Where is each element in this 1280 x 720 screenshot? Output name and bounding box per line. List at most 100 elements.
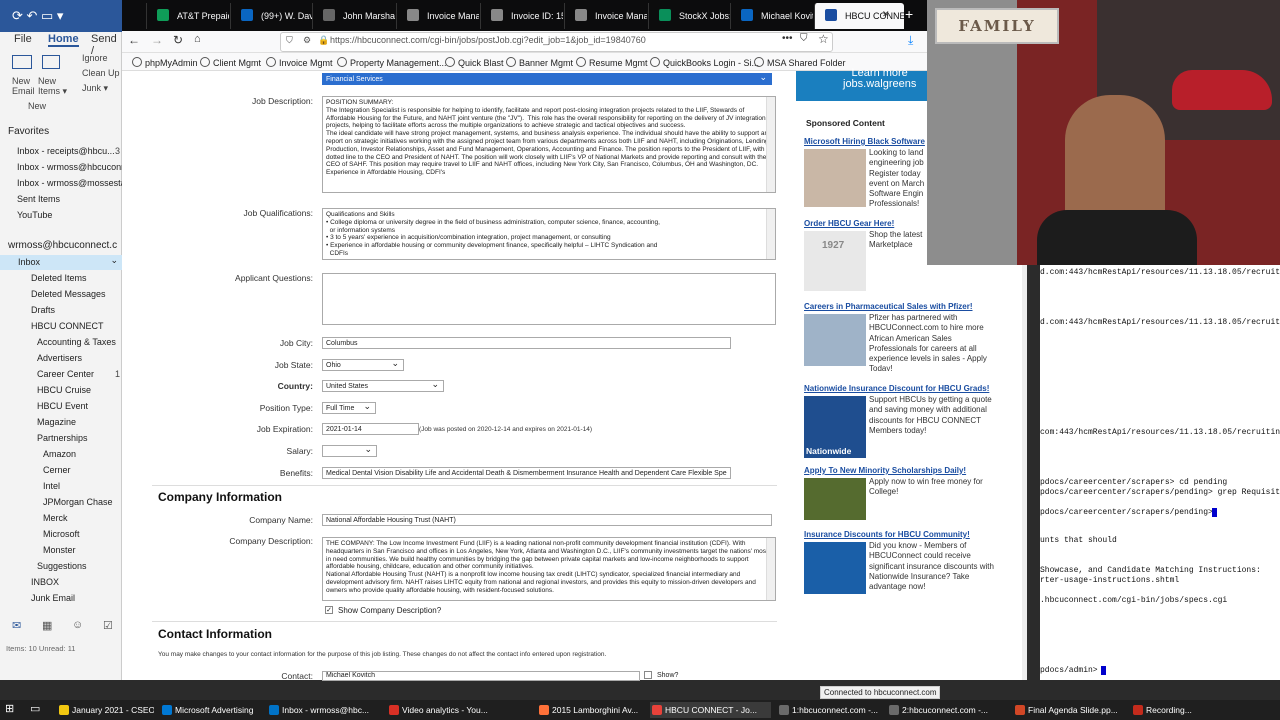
lock-icon[interactable]: 🔒 <box>318 35 329 46</box>
terminal-window[interactable] <box>1040 265 1280 680</box>
tab-file[interactable]: File <box>14 33 32 45</box>
taskbar-item[interactable]: Microsoft Advertising <box>160 702 261 718</box>
bookmark-item[interactable]: Property Management... <box>337 57 447 68</box>
folder-deleted-items[interactable]: Deleted Items <box>0 271 122 286</box>
folder-inbox[interactable]: Inbox <box>0 255 122 270</box>
scrollbar[interactable] <box>766 538 775 600</box>
company-description-textarea[interactable]: THE COMPANY: The Low Income Investment F… <box>322 537 776 601</box>
taskbar-item[interactable]: January 2021 - CSEO ... <box>57 702 154 718</box>
bookmark-item[interactable]: Invoice Mgmt <box>266 57 333 68</box>
bookmark-item[interactable]: QuickBooks Login - Si... <box>650 57 759 68</box>
show-company-desc-checkbox[interactable]: ✓ <box>325 606 333 614</box>
bookmark-star-icon[interactable]: ☆ <box>818 32 829 46</box>
reload-button[interactable]: ↻ <box>173 33 183 47</box>
ad-title-link[interactable]: Nationwide Insurance Discount for HBCU G… <box>804 384 989 393</box>
folder-drafts[interactable]: Drafts <box>0 303 122 318</box>
page-actions-icon[interactable]: ••• <box>782 33 793 44</box>
job-description-textarea[interactable]: POSITION SUMMARY: The Integration Specia… <box>322 96 776 193</box>
ad-image[interactable] <box>804 314 866 366</box>
job-category-select[interactable]: Financial Services <box>322 73 772 85</box>
browser-tab[interactable]: Invoice Manager - <box>564 3 647 29</box>
favorite-item[interactable]: Inbox - wrmoss@hbcuconn... <box>0 160 122 175</box>
ignore-button[interactable]: Ignore <box>82 53 108 63</box>
folder-amazon[interactable]: Amazon <box>0 447 122 462</box>
taskbar-item[interactable]: 1:hbcuconnect.com -... <box>777 702 881 718</box>
job-expiration-input[interactable]: 2021-01-14 <box>322 423 419 435</box>
bookmark-item[interactable]: Resume Mgmt <box>576 57 648 68</box>
bookmark-item[interactable]: phpMyAdmin <box>132 57 198 68</box>
quick-access-toolbar[interactable]: ⟳ ↶ ▭ ▾ <box>12 8 63 24</box>
show-contact-checkbox[interactable] <box>644 671 652 679</box>
home-button[interactable]: ⌂ <box>194 33 201 45</box>
site-info-icon[interactable]: ⚙ <box>303 35 311 46</box>
folder-junk-email[interactable]: Junk Email <box>0 591 122 606</box>
taskbar-item[interactable]: Inbox - wrmoss@hbc... <box>267 702 381 718</box>
job-qualifications-textarea[interactable]: Qualifications and Skills • College dipl… <box>322 208 776 260</box>
favorite-item[interactable]: YouTube <box>0 208 122 223</box>
contact-input[interactable]: Michael Kovitch <box>322 671 640 681</box>
folder-cerner[interactable]: Cerner <box>0 463 122 478</box>
tasks-nav-icon[interactable]: ☑ <box>103 619 113 632</box>
salary-select[interactable] <box>322 445 377 457</box>
scrollbar[interactable] <box>766 97 775 192</box>
bookmark-item[interactable]: Banner Mgmt <box>506 57 573 68</box>
browser-tab[interactable]: John Marshall (S3 <box>312 3 395 29</box>
junk-button[interactable]: Junk ▾ <box>82 83 108 94</box>
taskbar-item[interactable]: 2:hbcuconnect.com -... <box>887 702 1007 718</box>
forward-button[interactable]: → <box>151 33 163 47</box>
folder-merck[interactable]: Merck <box>0 511 122 526</box>
browser-tab[interactable]: Michael Kovitch (Li <box>730 3 813 29</box>
shield-icon[interactable]: ⛉ <box>286 35 293 46</box>
url-text[interactable]: https://hbcuconnect.com/cgi-bin/jobs/pos… <box>330 35 646 45</box>
folder-hbcu-cruise[interactable]: HBCU Cruise <box>0 383 122 398</box>
bookmark-item[interactable]: MSA Shared Folder <box>754 57 846 68</box>
folder-accounting-taxes[interactable]: Accounting & Taxes <box>0 335 122 350</box>
browser-tab[interactable]: (99+) W. David <box>230 3 313 29</box>
ad-image[interactable] <box>804 478 866 520</box>
ad-image[interactable] <box>804 149 866 207</box>
country-select[interactable]: United States <box>322 380 444 392</box>
ad-title-link[interactable]: Order HBCU Gear Here! <box>804 219 894 228</box>
back-button[interactable]: ← <box>128 33 140 47</box>
tab-home[interactable]: Home <box>48 33 79 47</box>
favorite-item[interactable]: Sent Items <box>0 192 122 207</box>
position-type-select[interactable]: Full Time <box>322 402 376 414</box>
ad-title-link[interactable]: Insurance Discounts for HBCU Community! <box>804 530 970 539</box>
folder-hbcu-event[interactable]: HBCU Event <box>0 399 122 414</box>
folder-advertisers[interactable]: Advertisers <box>0 351 122 366</box>
company-name-input[interactable]: National Affordable Housing Trust (NAHT) <box>322 514 772 526</box>
folder-hbcu-connect[interactable]: HBCU CONNECT <box>0 319 122 334</box>
browser-tab[interactable]: StockX Jobs: Vi <box>648 3 731 29</box>
folder-suggestions[interactable]: Suggestions <box>0 559 122 574</box>
pocket-icon[interactable]: ⛉ <box>800 33 808 44</box>
account-header[interactable]: wrmoss@hbcuconnect.c <box>8 240 122 251</box>
taskbar-item[interactable]: Final Agenda Slide.pp... <box>1013 702 1125 718</box>
ad-title-link[interactable]: Apply To New Minority Scholarships Daily… <box>804 466 966 475</box>
folder-deleted-messages[interactable]: Deleted Messages <box>0 287 122 302</box>
favorite-item[interactable]: Inbox - receipts@hbcu... <box>0 144 122 159</box>
folder-intel[interactable]: Intel <box>0 479 122 494</box>
applicant-questions-textarea[interactable] <box>322 273 776 325</box>
close-tab-icon[interactable]: ✕ <box>882 9 890 20</box>
folder-monster[interactable]: Monster <box>0 543 122 558</box>
mail-nav-icon[interactable]: ✉ <box>12 619 21 632</box>
browser-tab[interactable]: Invoice ID: 15884 - <box>480 3 563 29</box>
job-city-input[interactable]: Columbus <box>322 337 731 349</box>
start-icon[interactable]: ⊞ <box>5 702 14 715</box>
bookmark-item[interactable]: Client Mgmt <box>200 57 261 68</box>
ad-title-link[interactable]: Microsoft Hiring Black Software <box>804 137 925 146</box>
bookmark-item[interactable]: Quick Blast <box>445 57 504 68</box>
browser-tab[interactable]: HBCU CONNEC <box>814 3 904 29</box>
folder-inbox[interactable]: INBOX <box>0 575 122 590</box>
ad-image[interactable] <box>804 542 866 594</box>
new-items-button[interactable]: New Items ▾ <box>38 76 68 96</box>
banner-text[interactable]: Learn more jobs.walgreens <box>843 68 916 90</box>
ad-title-link[interactable]: Careers in Pharmaceutical Sales with Pfi… <box>804 302 973 311</box>
browser-tab[interactable]: Invoice Manager - <box>396 3 479 29</box>
folder-jpmorgan-chase[interactable]: JPMorgan Chase <box>0 495 122 510</box>
job-state-select[interactable]: Ohio <box>322 359 404 371</box>
scrollbar[interactable] <box>766 209 775 259</box>
favorites-header[interactable]: Favorites <box>8 126 49 137</box>
new-tab-button[interactable]: + <box>905 6 913 22</box>
folder-partnerships[interactable]: Partnerships <box>0 431 122 446</box>
